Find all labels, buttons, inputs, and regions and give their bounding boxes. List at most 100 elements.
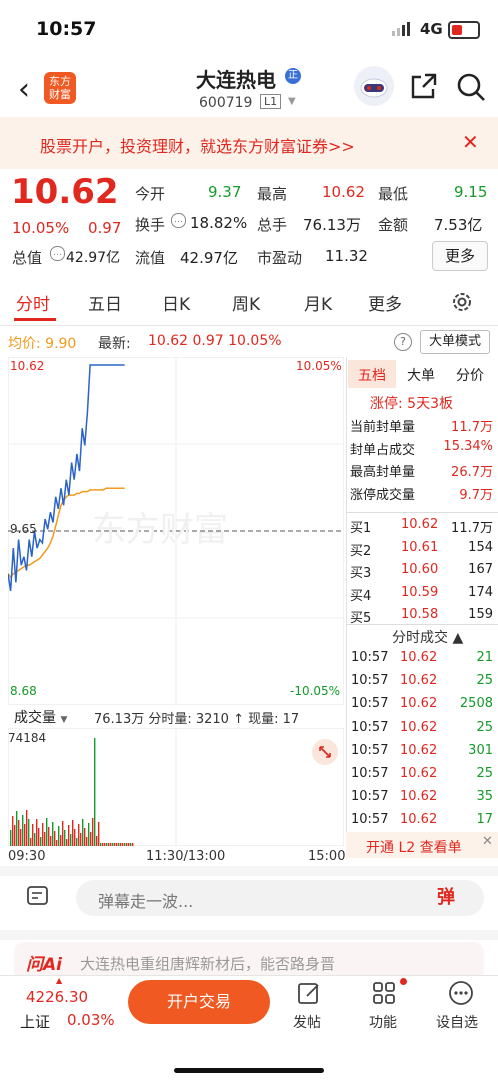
help-icon[interactable]: ? [394,333,412,351]
volume-bar [124,843,126,846]
promo-text[interactable]: 股票开户，投资理财，就选东方财富证券>> [40,133,355,157]
search-icon[interactable] [456,72,486,102]
close-icon[interactable]: ✕ [482,834,493,849]
volume-bar [72,820,74,846]
volume-selector[interactable]: 成交量 ▼ [14,707,67,727]
bid-label: 买5 [350,611,372,626]
tab-weekly-k[interactable]: 周K [232,290,260,315]
volume-bar [112,843,114,846]
bid-volume: 174 [468,584,493,600]
open-label: 今开 [135,185,166,203]
tab-monthly-k[interactable]: 月K [304,290,332,315]
latest-label: 最新: [98,336,131,352]
index-pct[interactable]: 0.03% [67,1011,115,1029]
close-icon[interactable]: ✕ [462,130,479,154]
volume-label: 成交量 [14,710,56,726]
danmu-placeholder[interactable]: 弹幕走一波... [98,888,193,912]
tab-fenshi[interactable]: 分时 [16,290,50,315]
volume-info: 76.13万 分时量: 3210 ↑ 现量: 17 [94,712,300,727]
l2-text[interactable]: 开通 L2 查看单 [366,837,462,857]
function-label[interactable]: 功能 [369,1012,397,1032]
info-icon[interactable]: … [171,213,186,228]
bid-label: 买2 [350,543,372,559]
tab-underline [14,318,56,321]
post-label[interactable]: 发帖 [293,1012,321,1032]
big-order-mode-button[interactable]: 大单模式 [420,330,490,354]
expand-icon[interactable] [312,739,338,765]
index-name[interactable]: 上证 [20,1011,50,1032]
turnover-value: 18.82% [190,214,248,232]
tab-daily-k[interactable]: 日K [162,290,190,315]
post-icon[interactable] [296,980,322,1006]
volume-bar [34,833,36,846]
trade-volume: 21 [476,650,493,665]
trade-price: 10.62 [400,742,438,758]
volume-bar [100,843,102,846]
stat-value: 11.7万 [451,420,493,435]
trade-volume: 301 [468,742,493,758]
info-icon[interactable]: … [50,246,65,261]
tab-price-dist[interactable]: 分价 [456,365,484,385]
index-value[interactable]: 4226.30 [26,988,88,1006]
trade-price: 10.62 [400,696,438,712]
comment-icon[interactable] [26,884,50,908]
volume-bar [92,818,94,846]
tab-more[interactable]: 更多 [368,290,402,315]
volume-bar [32,824,34,846]
gear-icon[interactable] [450,290,474,314]
tab-5day[interactable]: 五日 [88,290,122,315]
trade-price: 10.62 [400,719,438,735]
open-account-trade-button[interactable]: 开户交易 [128,980,270,1024]
amount-label: 金额 [378,216,409,234]
price-chart[interactable]: 东方财富 10.62 9.65 8.68 10.05% -10.05% [8,357,344,705]
x-tick-mid: 11:30/13:00 [146,849,226,864]
volume-bar [30,838,32,846]
volume-bar [78,824,80,846]
more-circle-icon[interactable] [448,980,474,1006]
x-tick-end: 15:00 [308,849,346,864]
chevron-down-icon[interactable]: ▼ [288,96,296,107]
assistant-avatar-icon[interactable] [354,66,394,106]
trades-title[interactable]: 分时成交 ▲ [392,627,463,647]
volume-bar [106,843,108,846]
trade-price: 10.62 [400,650,438,665]
danmu-icon[interactable]: 弹 [432,884,460,912]
volume-bar [88,823,90,846]
volume-bar [116,843,118,846]
limit-up-title: 涨停: 5天3板 [370,396,453,412]
back-icon[interactable]: ‹ [18,72,30,107]
tab-five-levels[interactable]: 五档 [358,365,386,385]
bid-volume: 159 [468,607,493,622]
volume-bar [86,837,88,846]
change-amount: 0.97 [88,219,122,237]
volume-bar [40,837,42,846]
open-value: 9.37 [208,183,242,201]
volume-bar [42,823,44,846]
volume-chart[interactable] [8,728,344,846]
add-watchlist-label[interactable]: 设自选 [436,1012,478,1032]
level-badge[interactable]: L1 [260,94,282,109]
bid-volume: 154 [468,539,493,555]
volume-bar [126,843,128,846]
tab-big-orders[interactable]: 大单 [407,365,435,385]
volume-bar [104,843,106,846]
bid-label: 买1 [350,521,372,536]
trade-volume: 35 [476,789,493,805]
trade-price: 10.62 [400,812,438,828]
stat-label: 封单占成交 [350,442,416,458]
share-icon[interactable] [411,73,437,99]
more-button[interactable]: 更多 [432,241,488,271]
bid-price: 10.62 [401,517,439,532]
function-icon[interactable] [371,980,397,1006]
mktcap-value: 42.97亿 [66,250,121,266]
volume-bar [128,843,130,846]
ai-question[interactable]: 大连热电重组唐辉新材后，能否路身晋 [80,953,335,974]
volume-bar [108,843,110,846]
stat-value: 9.7万 [459,487,493,503]
float-value: 42.97亿 [180,249,238,267]
bid-price: 10.61 [401,539,439,555]
trade-time: 10:57 [351,650,389,665]
home-indicator [174,1068,324,1073]
avg-price-label: 均价: 9.90 [8,336,77,352]
volume-bar [94,738,96,846]
